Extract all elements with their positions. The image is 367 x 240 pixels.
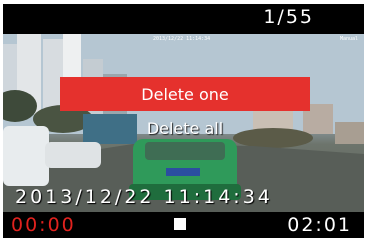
bottom-bar: 00:00 02:01	[3, 212, 364, 238]
file-counter: 1/55	[263, 6, 314, 28]
delete-all-option[interactable]: Delete all	[60, 111, 310, 145]
video-timestamp: 2013/12/22 11:14:34	[15, 186, 273, 208]
delete-one-option[interactable]: Delete one	[60, 77, 310, 111]
top-bar: 1/55	[3, 4, 364, 34]
preview-top-mode: Manual	[339, 36, 358, 42]
preview-top-timestamp: 2013/12/22 11:14:34	[153, 36, 211, 42]
dashcam-screen: 1/55 2013/12/22 11:14:34 Manual 2013/12/…	[3, 4, 364, 238]
clip-duration: 02:01	[287, 214, 352, 236]
stop-icon	[174, 218, 186, 230]
recording-time: 00:00	[11, 214, 76, 236]
delete-menu: Delete one Delete all	[60, 77, 310, 147]
